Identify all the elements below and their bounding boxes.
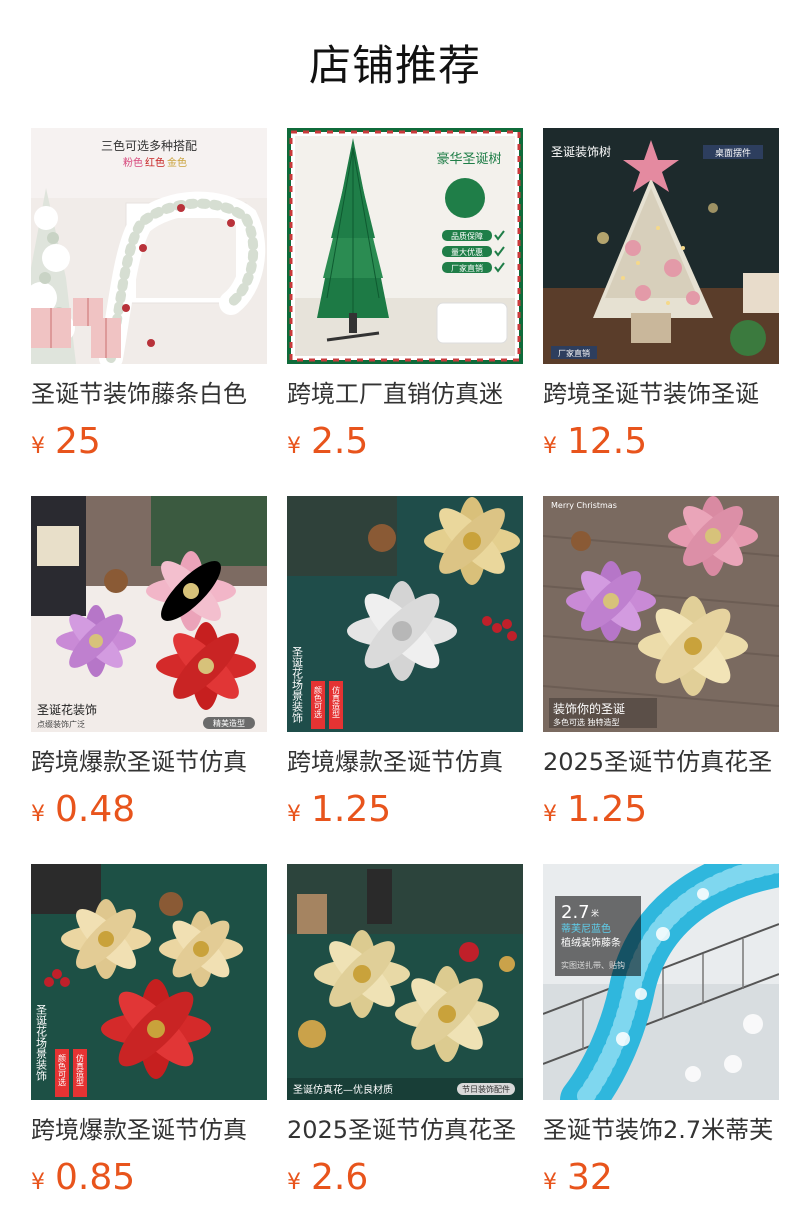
svg-text:装饰你的圣诞: 装饰你的圣诞 <box>553 701 625 716</box>
price-value: 25 <box>55 421 101 462</box>
silver-gold-flowers-image: 圣诞花场景装饰 颜色可选 仿真造型 <box>287 496 523 732</box>
product-name[interactable]: 跨境圣诞节装饰圣诞 <box>543 378 779 410</box>
svg-text:金色: 金色 <box>167 156 187 169</box>
currency-symbol: ¥ <box>31 1170 45 1195</box>
product-image[interactable]: 圣诞花装饰 点缀装饰广泛 精美造型 <box>31 496 267 732</box>
product-price: ¥ 2.5 <box>287 420 523 464</box>
tabletop-tree-image: 圣诞装饰树 桌面摆件 厂家直销 <box>543 128 779 364</box>
price-value: 2.5 <box>311 421 369 462</box>
product-price: ¥ 2.6 <box>287 1156 523 1200</box>
svg-text:Merry Christmas: Merry Christmas <box>551 501 617 510</box>
svg-text:圣诞花装饰: 圣诞花装饰 <box>37 702 97 717</box>
svg-text:圣诞花场景装饰: 圣诞花场景装饰 <box>291 646 304 723</box>
product-price: ¥ 0.48 <box>31 788 267 832</box>
svg-text:量大优惠: 量大优惠 <box>451 247 483 257</box>
pink-gold-flowers-image: Merry Christmas 装饰你的圣诞 多色可选 独特造型 <box>543 496 779 732</box>
svg-text:品质保障: 品质保障 <box>451 231 483 241</box>
svg-text:豪华圣诞树: 豪华圣诞树 <box>436 151 501 167</box>
svg-text:圣诞仿真花—优良材质: 圣诞仿真花—优良材质 <box>293 1083 393 1096</box>
currency-symbol: ¥ <box>287 434 301 459</box>
svg-text:桌面摆件: 桌面摆件 <box>715 147 751 159</box>
svg-text:红色: 红色 <box>145 156 165 169</box>
poinsettia-flowers-image: 圣诞花装饰 点缀装饰广泛 精美造型 <box>31 496 267 732</box>
product-card[interactable]: 圣诞花场景装饰 颜色可选 仿真造型 跨境爆款圣诞节仿真 ¥ 0.85 <box>31 864 267 1232</box>
currency-symbol: ¥ <box>543 434 557 459</box>
svg-text:植绒装饰藤条: 植绒装饰藤条 <box>561 936 621 949</box>
svg-text:蒂芙尼蓝色: 蒂芙尼蓝色 <box>561 922 611 935</box>
green-christmas-tree-image: 豪华圣诞树 品质保障 量大优惠 厂家直销 <box>287 128 523 364</box>
product-price: ¥ 12.5 <box>543 420 779 464</box>
price-value: 0.85 <box>55 1157 136 1198</box>
svg-text:粉色: 粉色 <box>123 156 143 169</box>
product-card[interactable]: 豪华圣诞树 品质保障 量大优惠 厂家直销 跨境工厂直销仿真迷 ¥ 2.5 <box>287 128 523 496</box>
product-image[interactable]: 圣诞花场景装饰 颜色可选 仿真造型 <box>31 864 267 1100</box>
product-grid: 三色可选多种搭配 粉色 红色 金色 圣诞节装饰藤条白色 ¥ 25 豪华圣诞树 品… <box>31 128 790 1232</box>
price-value: 1.25 <box>311 789 392 830</box>
product-image[interactable]: 豪华圣诞树 品质保障 量大优惠 厂家直销 <box>287 128 523 364</box>
price-value: 2.6 <box>311 1157 369 1198</box>
page-title: 店铺推荐 <box>308 41 481 90</box>
product-card[interactable]: Merry Christmas 装饰你的圣诞 多色可选 独特造型 2025圣诞节… <box>543 496 779 864</box>
product-image[interactable]: 圣诞装饰树 桌面摆件 厂家直销 <box>543 128 779 364</box>
svg-text:实图送扎带、贴钩: 实图送扎带、贴钩 <box>561 960 625 970</box>
price-value: 12.5 <box>567 421 648 462</box>
product-image[interactable]: 2.7 米 蒂芙尼蓝色 植绒装饰藤条 实图送扎带、贴钩 <box>543 864 779 1100</box>
product-name[interactable]: 跨境爆款圣诞节仿真 <box>31 746 267 778</box>
price-value: 32 <box>567 1157 613 1198</box>
currency-symbol: ¥ <box>31 434 45 459</box>
product-name[interactable]: 圣诞节装饰2.7米蒂芙 <box>543 1114 779 1146</box>
product-name[interactable]: 跨境爆款圣诞节仿真 <box>31 1114 267 1146</box>
currency-symbol: ¥ <box>543 1170 557 1195</box>
svg-text:圣诞花场景装饰: 圣诞花场景装饰 <box>35 1004 48 1081</box>
svg-text:仿真造型: 仿真造型 <box>332 685 341 718</box>
product-card[interactable]: 2.7 米 蒂芙尼蓝色 植绒装饰藤条 实图送扎带、贴钩 圣诞节装饰2.7米蒂芙 … <box>543 864 779 1232</box>
product-card[interactable]: 圣诞花装饰 点缀装饰广泛 精美造型 跨境爆款圣诞节仿真 ¥ 0.48 <box>31 496 267 864</box>
product-name[interactable]: 2025圣诞节仿真花圣 <box>287 1114 523 1146</box>
product-card[interactable]: 圣诞仿真花—优良材质 节日装饰配件 2025圣诞节仿真花圣 ¥ 2.6 <box>287 864 523 1232</box>
svg-text:颜色可选: 颜色可选 <box>314 685 323 719</box>
product-card[interactable]: 圣诞装饰树 桌面摆件 厂家直销 跨境圣诞节装饰圣诞 ¥ 12.5 <box>543 128 779 496</box>
product-name[interactable]: 跨境工厂直销仿真迷 <box>287 378 523 410</box>
svg-text:节日装饰配件: 节日装饰配件 <box>462 1084 510 1094</box>
svg-text:米: 米 <box>591 908 599 918</box>
product-card[interactable]: 圣诞花场景装饰 颜色可选 仿真造型 跨境爆款圣诞节仿真 ¥ 1.25 <box>287 496 523 864</box>
price-value: 1.25 <box>567 789 648 830</box>
overlay-text: 三色可选多种搭配 <box>101 139 197 153</box>
svg-text:多色可选 独特造型: 多色可选 独特造型 <box>553 717 620 727</box>
product-price: ¥ 0.85 <box>31 1156 267 1200</box>
svg-text:厂家直销: 厂家直销 <box>558 348 590 358</box>
product-image[interactable]: 圣诞仿真花—优良材质 节日装饰配件 <box>287 864 523 1100</box>
currency-symbol: ¥ <box>543 802 557 827</box>
product-price: ¥ 32 <box>543 1156 779 1200</box>
svg-text:精美造型: 精美造型 <box>213 718 245 728</box>
product-name[interactable]: 圣诞节装饰藤条白色 <box>31 378 267 410</box>
flocked-garland-image: 三色可选多种搭配 粉色 红色 金色 <box>31 128 267 364</box>
product-card[interactable]: 三色可选多种搭配 粉色 红色 金色 圣诞节装饰藤条白色 ¥ 25 <box>31 128 267 496</box>
product-image[interactable]: Merry Christmas 装饰你的圣诞 多色可选 独特造型 <box>543 496 779 732</box>
svg-text:厂家直销: 厂家直销 <box>451 263 483 273</box>
currency-symbol: ¥ <box>287 802 301 827</box>
product-image[interactable]: 圣诞花场景装饰 颜色可选 仿真造型 <box>287 496 523 732</box>
blue-garland-image: 2.7 米 蒂芙尼蓝色 植绒装饰藤条 实图送扎带、贴钩 <box>543 864 779 1100</box>
product-name[interactable]: 跨境爆款圣诞节仿真 <box>287 746 523 778</box>
svg-text:颜色可选: 颜色可选 <box>58 1053 67 1087</box>
gold-flowers-ornaments-image: 圣诞仿真花—优良材质 节日装饰配件 <box>287 864 523 1100</box>
product-price: ¥ 1.25 <box>287 788 523 832</box>
svg-text:仿真造型: 仿真造型 <box>76 1053 85 1086</box>
currency-symbol: ¥ <box>31 802 45 827</box>
product-price: ¥ 1.25 <box>543 788 779 832</box>
svg-text:圣诞装饰树: 圣诞装饰树 <box>551 144 611 159</box>
product-image[interactable]: 三色可选多种搭配 粉色 红色 金色 <box>31 128 267 364</box>
currency-symbol: ¥ <box>287 1170 301 1195</box>
svg-text:点缀装饰广泛: 点缀装饰广泛 <box>37 719 85 729</box>
price-value: 0.48 <box>55 789 136 830</box>
product-price: ¥ 25 <box>31 420 267 464</box>
svg-text:2.7: 2.7 <box>561 902 590 923</box>
product-name[interactable]: 2025圣诞节仿真花圣 <box>543 746 779 778</box>
gold-red-flowers-image: 圣诞花场景装饰 颜色可选 仿真造型 <box>31 864 267 1100</box>
